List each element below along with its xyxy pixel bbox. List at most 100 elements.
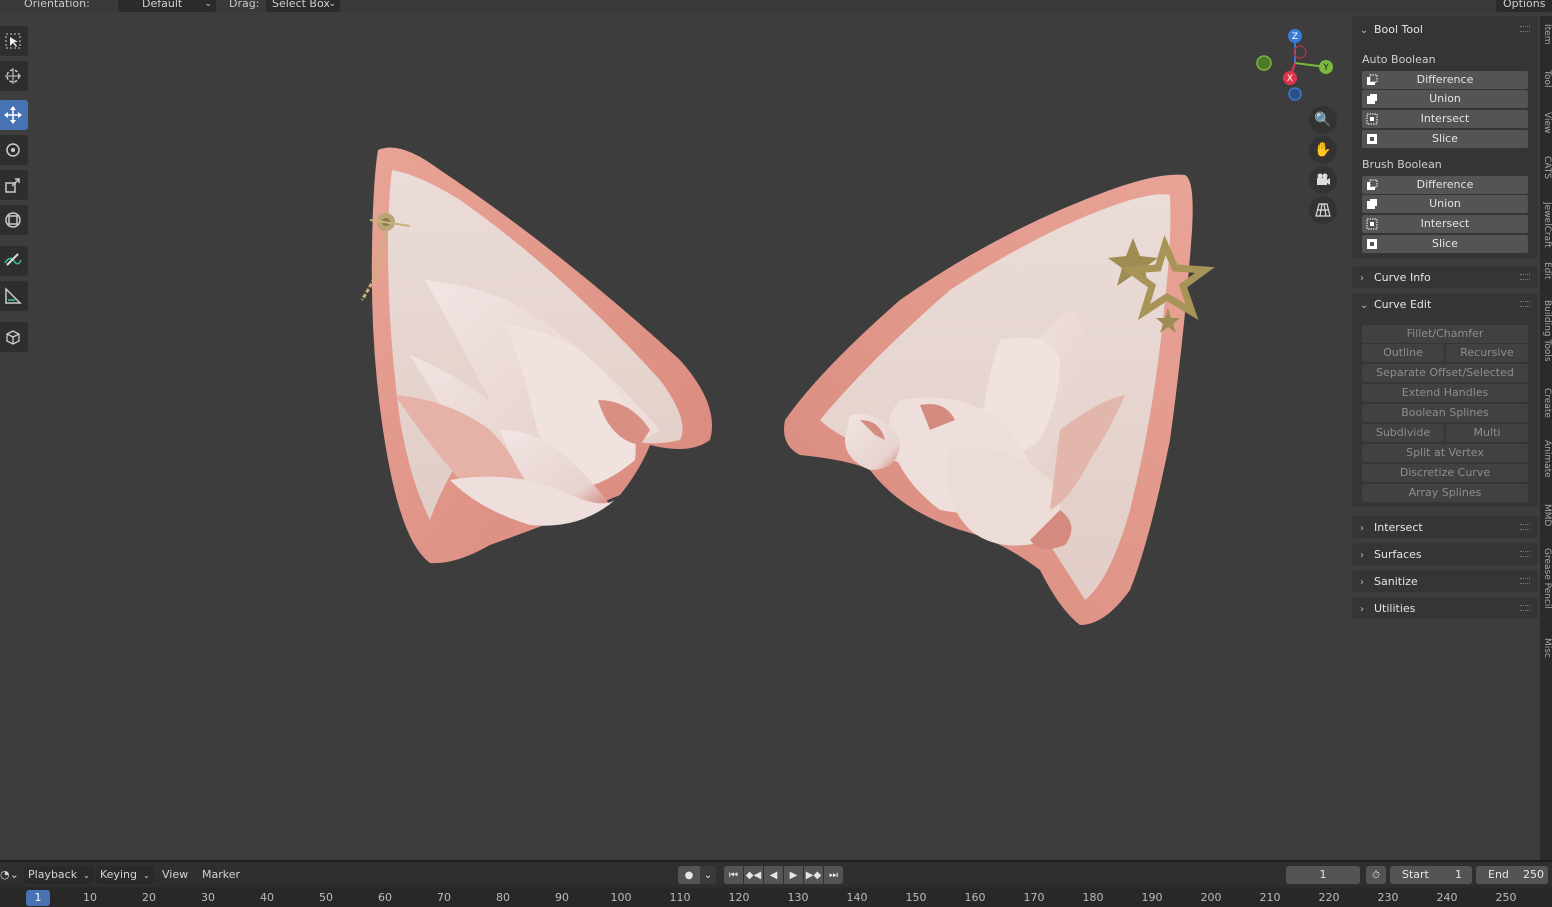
brush-difference-button[interactable]: Difference bbox=[1362, 176, 1528, 194]
auto-intersect-button[interactable]: Intersect bbox=[1362, 110, 1528, 128]
rotate-tool[interactable] bbox=[0, 135, 28, 165]
curve-info-header[interactable]: › Curve Info bbox=[1360, 271, 1431, 284]
tab-jewelcraft[interactable]: JewelCraft bbox=[1540, 202, 1552, 254]
jump-end-button[interactable]: ⏭ bbox=[824, 866, 843, 884]
drag-grip-icon[interactable] bbox=[1520, 26, 1530, 32]
tab-tool[interactable]: Tool bbox=[1540, 70, 1552, 108]
measure-tool[interactable] bbox=[0, 281, 28, 311]
jump-start-button[interactable]: ⏮ bbox=[724, 866, 743, 884]
multi-subdivide-button[interactable]: Multi Subdivide bbox=[1446, 424, 1528, 457]
drag-value: Select Box bbox=[272, 0, 330, 10]
scale-tool[interactable] bbox=[0, 170, 28, 200]
frame-tick: 240 bbox=[1436, 891, 1458, 904]
discretize-curve-button[interactable]: Discretize Curve bbox=[1362, 464, 1528, 482]
preview-range-toggle[interactable]: ⏱ bbox=[1366, 866, 1386, 884]
start-frame-field[interactable]: Start 1 bbox=[1390, 866, 1472, 884]
boolean-difference-icon bbox=[1367, 179, 1378, 190]
recursive-offset-button[interactable]: Recursive Offset bbox=[1446, 344, 1528, 377]
tab-edit[interactable]: Edit bbox=[1540, 262, 1552, 292]
frame-tick: 170 bbox=[1023, 891, 1045, 904]
sanitize-header[interactable]: › Sanitize bbox=[1360, 575, 1418, 588]
brush-union-button[interactable]: Union bbox=[1362, 195, 1528, 213]
fillet-chamfer-button[interactable]: Fillet/Chamfer bbox=[1362, 325, 1528, 343]
curve-edit-header[interactable]: ⌄ Curve Edit bbox=[1360, 298, 1431, 311]
auto-slice-button[interactable]: Slice bbox=[1362, 130, 1528, 148]
tab-cats[interactable]: CATS bbox=[1540, 156, 1552, 196]
view-menu[interactable]: View bbox=[162, 868, 188, 881]
brush-slice-button[interactable]: Slice bbox=[1362, 235, 1528, 253]
select-box-tool[interactable] bbox=[0, 26, 28, 56]
tab-grease-pencil[interactable]: Grease Pencil bbox=[1540, 548, 1552, 630]
array-splines-button[interactable]: Array Splines bbox=[1362, 484, 1528, 502]
current-frame-field[interactable]: 1 bbox=[1286, 866, 1360, 884]
boolean-splines-button[interactable]: Boolean Splines bbox=[1362, 404, 1528, 422]
split-at-vertex-button[interactable]: Split at Vertex bbox=[1362, 444, 1528, 462]
utilities-panel[interactable]: › Utilities bbox=[1352, 597, 1538, 619]
zoom-button[interactable]: 🔍 bbox=[1309, 106, 1337, 134]
frame-ruler[interactable]: 1 10 20 30 40 50 60 70 80 90 100 110 120… bbox=[0, 888, 1552, 907]
extend-handles-button[interactable]: Extend Handles bbox=[1362, 384, 1528, 402]
pan-button[interactable]: ✋ bbox=[1309, 136, 1337, 164]
marker-menu[interactable]: Marker bbox=[202, 868, 240, 881]
hand-icon: ✋ bbox=[1314, 142, 1332, 158]
neg-y-axis-handle[interactable] bbox=[1256, 55, 1272, 71]
end-frame-field[interactable]: End 250 bbox=[1476, 866, 1548, 884]
drag-grip-icon[interactable] bbox=[1520, 578, 1530, 584]
separate-offset-button[interactable]: Separate Offset/Selected bbox=[1362, 364, 1528, 382]
options-dropdown[interactable]: Options bbox=[1496, 0, 1552, 12]
left-ear-mesh[interactable] bbox=[360, 147, 712, 564]
auto-key-dropdown[interactable]: ⌄ bbox=[700, 866, 716, 884]
play-button[interactable]: ▶ bbox=[784, 866, 803, 884]
boolean-slice-icon bbox=[1367, 134, 1377, 144]
surfaces-header[interactable]: › Surfaces bbox=[1360, 548, 1422, 561]
utilities-header[interactable]: › Utilities bbox=[1360, 602, 1415, 615]
orientation-dropdown[interactable]: Default ⌄ bbox=[118, 0, 216, 12]
drag-grip-icon[interactable] bbox=[1520, 301, 1530, 307]
playback-menu[interactable]: Playback ⌄ bbox=[24, 866, 94, 884]
navigation-gizmo[interactable]: Z Y X bbox=[1250, 26, 1340, 106]
drag-grip-icon[interactable] bbox=[1520, 605, 1530, 611]
record-button[interactable]: ● bbox=[678, 866, 700, 884]
annotate-tool[interactable] bbox=[0, 246, 28, 276]
brush-intersect-button[interactable]: Intersect bbox=[1362, 215, 1528, 233]
subdivide-button[interactable]: Subdivide bbox=[1362, 424, 1444, 442]
playhead-frame-indicator[interactable]: 1 bbox=[26, 890, 50, 906]
tab-animate[interactable]: Animate bbox=[1540, 440, 1552, 496]
drag-grip-icon[interactable] bbox=[1520, 274, 1530, 280]
tab-view[interactable]: View bbox=[1540, 112, 1552, 152]
transform-tool[interactable] bbox=[0, 205, 28, 235]
drag-grip-icon[interactable] bbox=[1520, 524, 1530, 530]
play-reverse-button[interactable]: ◀ bbox=[764, 866, 783, 884]
outline-button[interactable]: Outline bbox=[1362, 344, 1444, 362]
editor-type-icon[interactable]: ◔⌄ bbox=[0, 868, 19, 881]
cursor-tool[interactable] bbox=[0, 61, 28, 91]
neg-z-axis-handle[interactable] bbox=[1288, 87, 1302, 101]
prev-keyframe-button[interactable]: ◆◀ bbox=[744, 866, 763, 884]
sanitize-panel[interactable]: › Sanitize bbox=[1352, 570, 1538, 592]
right-ear-mesh[interactable] bbox=[784, 174, 1215, 626]
boolean-union-icon bbox=[1367, 94, 1377, 104]
tab-misc[interactable]: Misc bbox=[1540, 638, 1552, 674]
auto-union-button[interactable]: Union bbox=[1362, 90, 1528, 108]
viewport-3d[interactable] bbox=[0, 0, 1350, 860]
intersect-panel[interactable]: › Intersect bbox=[1352, 516, 1538, 538]
surfaces-panel[interactable]: › Surfaces bbox=[1352, 543, 1538, 565]
perspective-toggle[interactable] bbox=[1309, 196, 1337, 224]
next-keyframe-button[interactable]: ▶◆ bbox=[804, 866, 823, 884]
add-cube-tool[interactable] bbox=[0, 322, 28, 352]
bool-tool-header[interactable]: ⌄ Bool Tool bbox=[1360, 23, 1423, 36]
tab-building-tools[interactable]: Building Tools bbox=[1540, 300, 1552, 380]
tab-create[interactable]: Create bbox=[1540, 388, 1552, 432]
tab-item[interactable]: Item bbox=[1540, 24, 1552, 64]
drag-dropdown[interactable]: Select Box ⌄ bbox=[266, 0, 340, 12]
intersect-header[interactable]: › Intersect bbox=[1360, 521, 1423, 534]
frame-tick: 200 bbox=[1200, 891, 1222, 904]
keying-menu[interactable]: Keying ⌄ bbox=[96, 866, 154, 884]
auto-difference-button[interactable]: Difference bbox=[1362, 71, 1528, 89]
frame-tick: 140 bbox=[846, 891, 868, 904]
move-tool[interactable] bbox=[0, 100, 28, 130]
curve-info-panel[interactable]: › Curve Info bbox=[1352, 266, 1538, 288]
drag-grip-icon[interactable] bbox=[1520, 551, 1530, 557]
tab-mmd[interactable]: MMD bbox=[1540, 504, 1552, 540]
camera-view-button[interactable] bbox=[1309, 166, 1337, 194]
